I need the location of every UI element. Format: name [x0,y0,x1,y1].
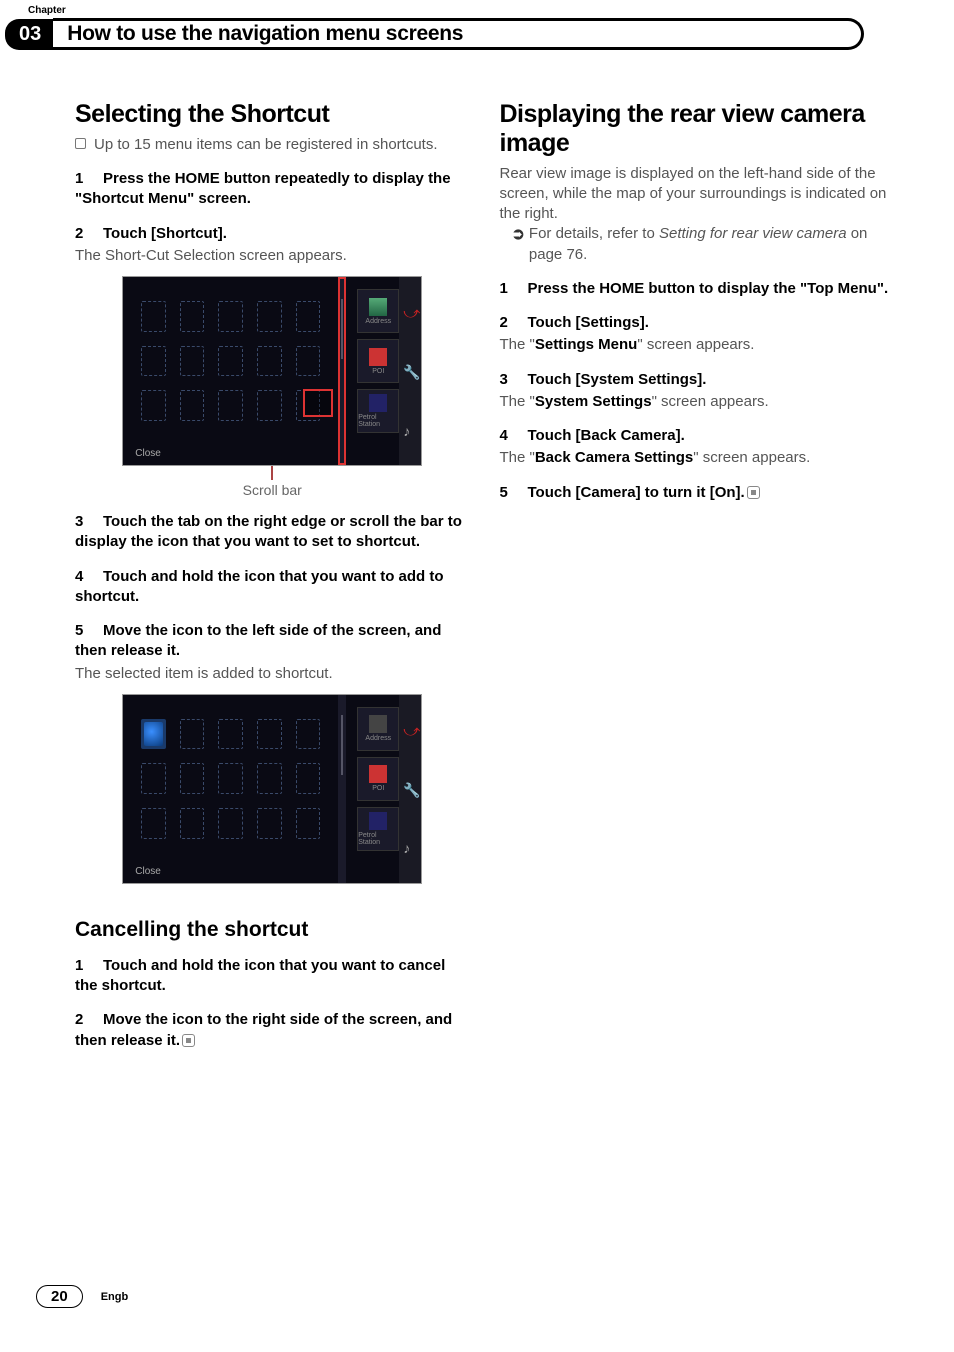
figure2-close-label: Close [135,866,161,877]
figure-shortcut-added: Address POI Petrol Station ⤻ 🔧 ♪ Close [122,694,422,884]
fig-side-address: Address [357,289,399,333]
fig-side-petrol: Petrol Station [357,389,399,433]
fig2-side-petrol: Petrol Station [357,807,399,851]
step-2-followup: The Short-Cut Selection screen appears. [75,246,470,266]
chapter-title-bar: 03 How to use the navigation menu screen… [5,18,864,50]
r-step-3: 3Touch [System Settings]. [500,370,895,390]
r-step-2: 2Touch [Settings]. [500,313,895,333]
cancel-step-2: 2Move the icon to the right side of the … [75,1010,470,1051]
chapter-title-wrap: How to use the navigation menu screens [53,18,864,50]
r-step-3-followup: The "System Settings" screen appears. [500,392,895,412]
step-5-followup: The selected item is added to shortcut. [75,664,470,684]
end-section-icon [182,1034,195,1047]
r-step-1: 1Press the HOME button to display the "T… [500,279,895,299]
fig-side-poi: POI [357,339,399,383]
chapter-title: How to use the navigation menu screens [67,22,463,46]
added-shortcut-icon [141,719,166,750]
step-1: 1Press the HOME button repeatedly to dis… [75,169,470,210]
section-title-rearview: Displaying the rear view camera image [500,100,895,158]
r-step-2-followup: The "Settings Menu" screen appears. [500,335,895,355]
r-step-5: 5Touch [Camera] to turn it [On]. [500,483,895,503]
fig2-side-address: Address [357,707,399,751]
page-footer: 20 Engb [36,1285,128,1308]
music-icon: ♪ [403,423,417,437]
route-icon: ⤻ [403,723,417,737]
r-step-4-followup: The "Back Camera Settings" screen appear… [500,448,895,468]
step-5: 5Move the icon to the left side of the s… [75,621,470,662]
fig2-side-poi: POI [357,757,399,801]
bullet-text: Up to 15 menu items can be registered in… [94,135,438,155]
cancel-step-1: 1Touch and hold the icon that you want t… [75,956,470,997]
music-icon: ♪ [403,840,417,854]
subsection-cancel: Cancelling the shortcut [75,918,470,942]
page-number: 20 [36,1285,83,1308]
r-step-4: 4Touch [Back Camera]. [500,426,895,446]
bullet-note: Up to 15 menu items can be registered in… [75,135,470,155]
chapter-label: Chapter [0,0,954,18]
route-icon: ⤻ [403,305,417,319]
scroll-bar-highlight [338,277,346,465]
chapter-number: 03 [5,19,53,50]
step-4: 4Touch and hold the icon that you want t… [75,567,470,608]
section-title-shortcut: Selecting the Shortcut [75,100,470,129]
step-3: 3Touch the tab on the right edge or scro… [75,512,470,553]
reference-link: ➲ For details, refer to Setting for rear… [512,224,895,265]
step-2: 2Touch [Shortcut]. [75,224,470,244]
figure-shortcut-selection: Address POI Petrol Station ⤻ 🔧 ♪ Close [122,276,422,466]
figure-close-label: Close [135,448,161,459]
bullet-icon [75,138,86,149]
figure-caption: Scroll bar [75,482,470,498]
car-icon: 🔧 [403,364,417,378]
page-language: Engb [101,1291,129,1303]
left-column: Selecting the Shortcut Up to 15 menu ite… [75,100,470,1051]
rearview-intro: Rear view image is displayed on the left… [500,164,895,225]
reference-arrow-icon: ➲ [512,224,525,246]
end-section-icon [747,486,760,499]
scroll-bar [338,695,346,883]
car-icon: 🔧 [403,782,417,796]
right-column: Displaying the rear view camera image Re… [500,100,895,1051]
drag-highlight [303,389,333,417]
